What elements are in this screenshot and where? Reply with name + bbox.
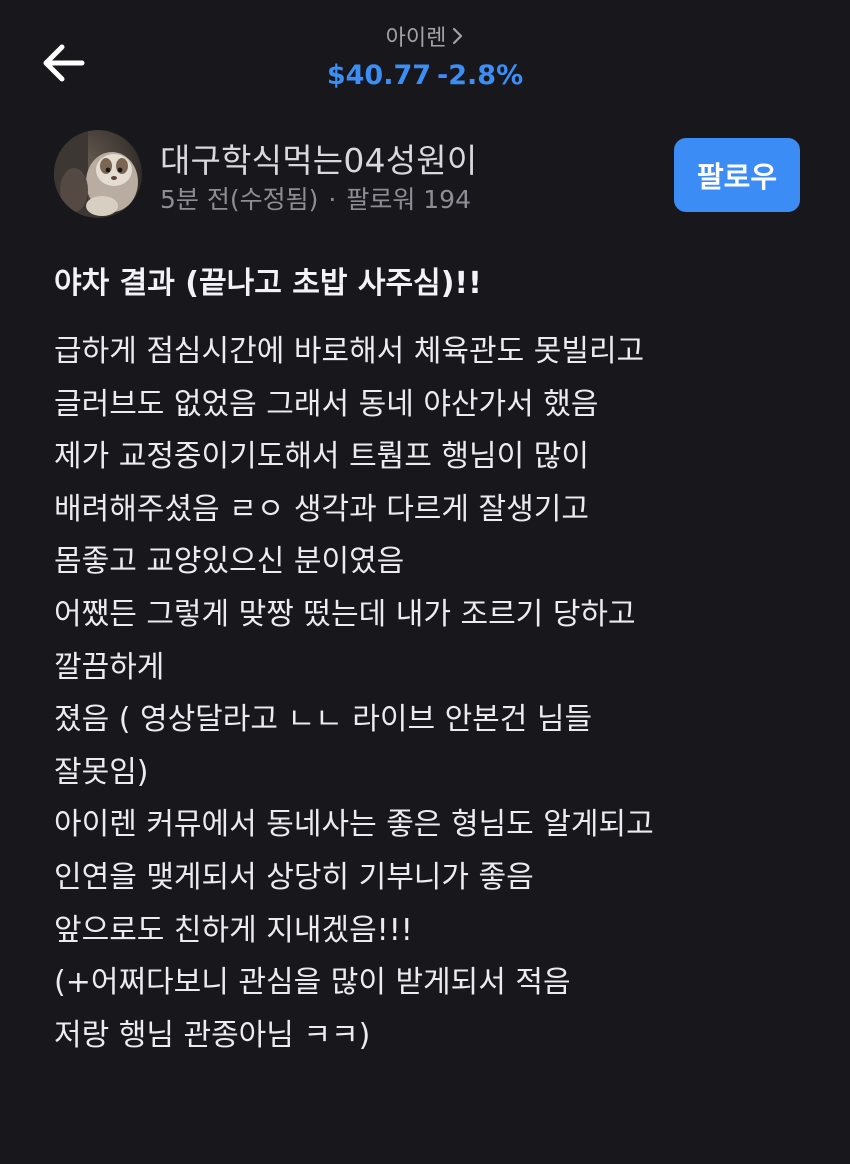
- post-line: (+어쩌다보니 관심을 많이 받게되서 적음: [54, 965, 571, 1001]
- post-line: 배려해주셨음 ㄹㅇ 생각과 다르게 잘생기고: [54, 491, 589, 527]
- author-name[interactable]: 대구학식먹는04성원이: [160, 134, 477, 182]
- stock-price: $40.77: [326, 60, 432, 91]
- meta-separator: ·: [328, 185, 337, 214]
- author-meta: 5분 전(수정됨) · 팔로워 194: [160, 180, 471, 216]
- post-time: 5분 전(수정됨): [160, 185, 319, 214]
- top-bar: 아이렌 $40.77 -2.8%: [0, 0, 850, 110]
- post-line: 깔끔하게: [54, 649, 165, 685]
- post-line: 급하게 점심시간에 바로해서 체육관도 못빌리고: [54, 334, 645, 369]
- post-line: 아이렌 커뮤에서 동네사는 좋은 형님도 알게되고: [54, 807, 654, 843]
- post-line: 잘못임): [54, 754, 149, 790]
- follow-button[interactable]: 팔로우: [674, 138, 800, 212]
- post-line: 글러브도 없었음 그래서 동네 야산가서 했음: [54, 386, 599, 422]
- avatar[interactable]: [54, 130, 142, 218]
- author-row: 대구학식먹는04성원이 5분 전(수정됨) · 팔로워 194 팔로우: [54, 130, 800, 220]
- stock-price-row: $40.77 -2.8%: [0, 60, 850, 91]
- post-title: 야차 결과 (끝나고 초밥 사주심)!!: [54, 266, 482, 301]
- post-line: 몸좋고 교양있으신 분이였음: [54, 544, 405, 580]
- avatar-image: [54, 130, 142, 218]
- stock-name: 아이렌: [385, 26, 447, 51]
- follower-count: 팔로워 194: [346, 185, 471, 214]
- post-line: 앞으로도 친하게 지내겠음!!!: [54, 912, 413, 948]
- post-line: 인연을 맺게되서 상당히 기부니가 좋음: [54, 859, 534, 895]
- stock-change: -2.8%: [437, 60, 524, 91]
- post-line: 졌음 ( 영상달라고 ㄴㄴ 라이브 안본건 님들: [54, 702, 593, 738]
- post-line: 제가 교정중이기도해서 트뤔프 행님이 많이: [54, 439, 589, 475]
- chevron-right-icon: [453, 27, 463, 45]
- stock-header: 아이렌 $40.77 -2.8%: [0, 20, 850, 91]
- post-body: 급하게 점심시간에 바로해서 체육관도 못빌리고 글러브도 없었음 그래서 동네…: [54, 326, 824, 1062]
- post-line: 저랑 행님 관종아님 ㅋㅋ): [54, 1017, 371, 1053]
- post-line: 어쨌든 그렇게 맞짱 떴는데 내가 조르기 당하고: [54, 596, 636, 632]
- stock-name-link[interactable]: 아이렌: [386, 20, 465, 52]
